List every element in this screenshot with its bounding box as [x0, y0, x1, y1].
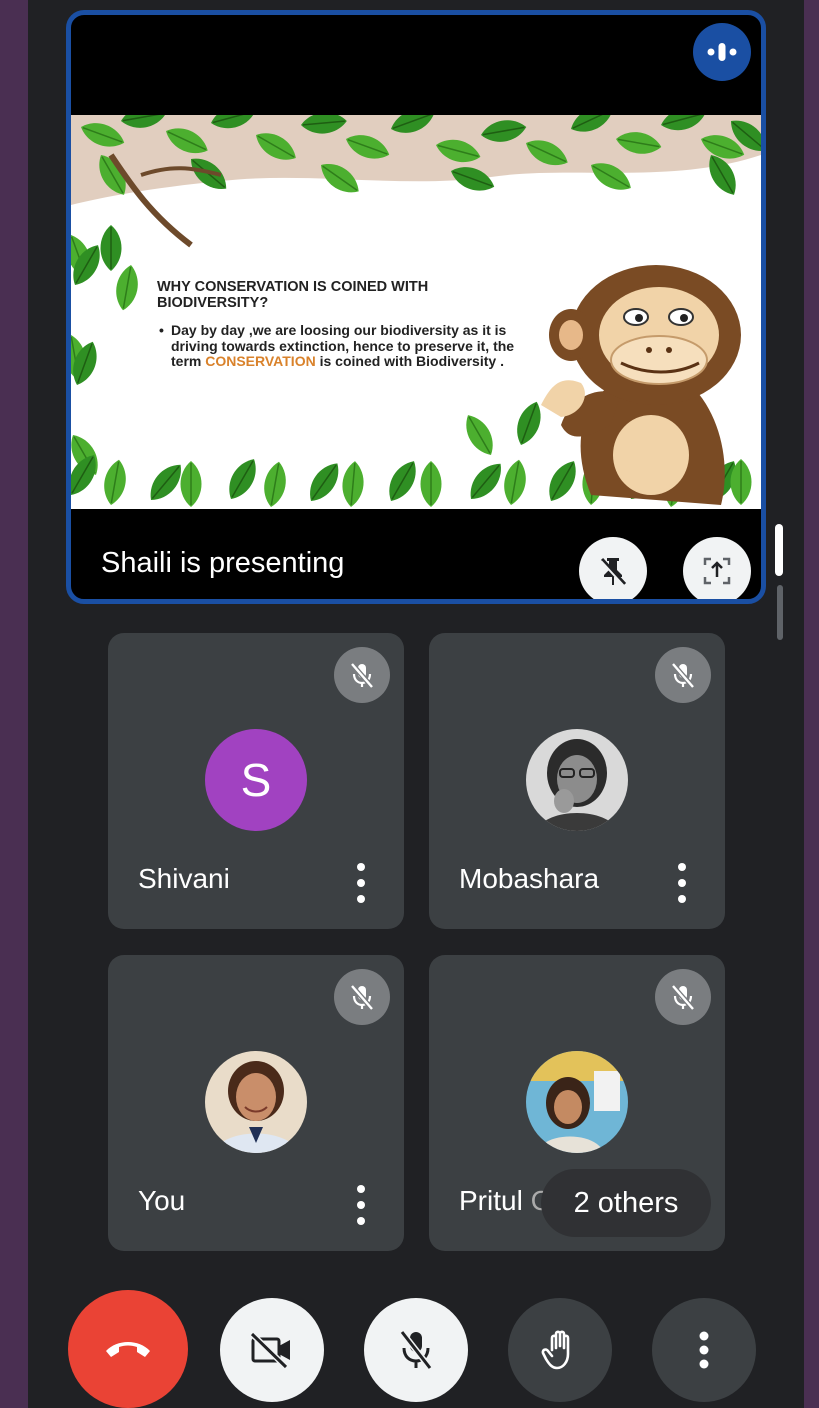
slide-content: WHY CONSERVATION IS COINED WITH BIODIVER…	[71, 115, 761, 509]
mic-off-icon	[655, 647, 711, 703]
avatar	[526, 1051, 628, 1153]
mic-off-icon	[399, 1330, 433, 1370]
fullscreen-icon	[703, 557, 731, 585]
unpin-button[interactable]	[579, 537, 647, 599]
slide-title: WHY CONSERVATION IS COINED WITH BIODIVER…	[157, 279, 487, 311]
slide-title-line-2: BIODIVERSITY?	[157, 295, 269, 311]
others-pill[interactable]: 2 others	[541, 1169, 711, 1237]
raise-hand-icon	[541, 1330, 570, 1370]
raise-hand-button[interactable]	[508, 1298, 612, 1402]
participant-tile[interactable]: Mobashara	[429, 633, 725, 929]
camera-off-icon	[249, 1331, 290, 1370]
more-vert-icon[interactable]	[354, 863, 368, 903]
meet-app: WHY CONSERVATION IS COINED WITH BIODIVER…	[28, 0, 804, 1408]
mic-off-icon	[655, 969, 711, 1025]
end-call-button[interactable]	[68, 1290, 188, 1408]
fullscreen-button[interactable]	[683, 537, 751, 599]
participant-tile[interactable]: You	[108, 955, 404, 1251]
bullet-accent-word: CONSERVATION	[205, 353, 316, 369]
avatar: S	[205, 729, 307, 831]
slide-title-line-1: WHY CONSERVATION IS COINED WITH	[157, 279, 429, 295]
bullet-text-part-2: is coined with Biodiversity .	[315, 353, 504, 369]
avatar	[205, 1051, 307, 1153]
participant-name: Shivani	[138, 863, 230, 894]
more-options-button[interactable]	[652, 1298, 756, 1402]
more-vert-icon[interactable]	[354, 1185, 368, 1225]
speaking-indicator-icon	[693, 23, 751, 81]
participant-name: Mobashara	[459, 863, 600, 894]
presentation-tile[interactable]: WHY CONSERVATION IS COINED WITH BIODIVER…	[66, 10, 766, 604]
mic-off-icon	[334, 647, 390, 703]
participant-tile[interactable]: S Shivani	[108, 633, 404, 929]
presenting-label: Shaili is presenting	[101, 547, 345, 579]
bullet-marker: •	[159, 322, 164, 338]
mic-off-icon	[334, 969, 390, 1025]
jungle-illustration	[71, 115, 761, 509]
camera-toggle-button[interactable]	[220, 1298, 324, 1402]
participant-name: You	[138, 1185, 186, 1216]
scrollbar-track[interactable]	[777, 585, 783, 640]
avatar	[526, 729, 628, 831]
slide-bullet: • Day by day ,we are loosing our biodive…	[159, 322, 539, 370]
scrollbar-thumb[interactable]	[775, 524, 783, 576]
participant-first-name: Pritul	[459, 1185, 523, 1216]
mic-toggle-button[interactable]	[364, 1298, 468, 1402]
more-vert-icon[interactable]	[675, 863, 689, 903]
unpin-icon	[600, 557, 627, 587]
end-call-icon	[106, 1342, 150, 1357]
more-vert-icon	[699, 1331, 709, 1369]
